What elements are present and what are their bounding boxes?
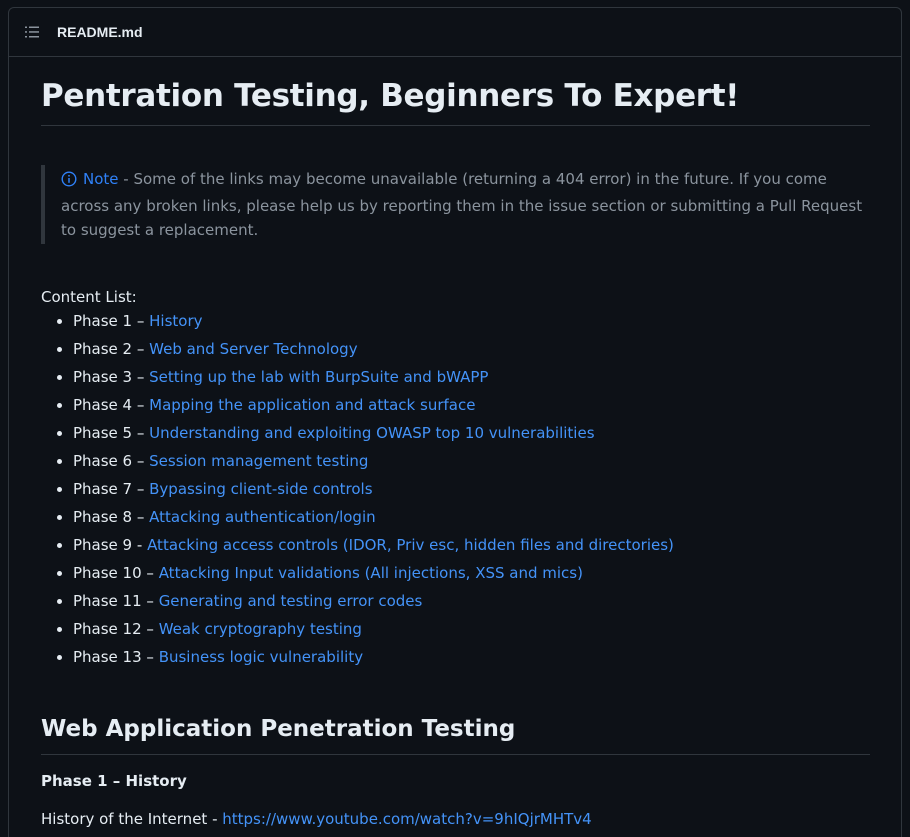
history-link[interactable]: https://www.youtube.com/watch?v=9hIQjrMH… — [222, 810, 591, 828]
note-title: Note — [83, 170, 119, 188]
phase-link[interactable]: Attacking authentication/login — [149, 508, 376, 526]
list-item: Phase 3 – Setting up the lab with BurpSu… — [73, 365, 870, 389]
list-item: Phase 7 – Bypassing client-side controls — [73, 477, 870, 501]
readme-panel: README.md Pentration Testing, Beginners … — [8, 7, 902, 837]
phase-prefix: Phase 7 – — [73, 480, 150, 498]
phase-1-heading: Phase 1 – History — [41, 772, 187, 790]
list-item: Phase 10 – Attacking Input validations (… — [73, 561, 870, 585]
phase-prefix: Phase 13 – — [73, 648, 159, 666]
phase-link[interactable]: Mapping the application and attack surfa… — [149, 396, 475, 414]
phase-list: Phase 1 – History Phase 2 – Web and Serve… — [41, 309, 870, 669]
section-heading: Web Application Penetration Testing — [41, 712, 870, 755]
phase-prefix: Phase 12 – — [73, 620, 159, 638]
phase-link[interactable]: Bypassing client-side controls — [149, 480, 372, 498]
phase-prefix: Phase 9 - — [73, 536, 148, 554]
phase-link[interactable]: Attacking Input validations (All injecti… — [159, 564, 583, 582]
list-item: Phase 12 – Weak cryptography testing — [73, 617, 870, 641]
phase-link[interactable]: Attacking access controls (IDOR, Priv es… — [147, 536, 674, 554]
phase-link[interactable]: Generating and testing error codes — [159, 592, 423, 610]
list-item: Phase 9 - Attacking access controls (IDO… — [73, 533, 870, 557]
phase-link[interactable]: Business logic vulnerability — [159, 648, 363, 666]
history-label: History of the Internet - — [41, 810, 223, 828]
list-item: Phase 1 – History — [73, 309, 870, 333]
note-callout: Note - Some of the links may become unav… — [41, 165, 870, 244]
phase-link[interactable]: Web and Server Technology — [149, 340, 357, 358]
phase-prefix: Phase 3 – — [73, 368, 150, 386]
history-line: History of the Internet - https://www.yo… — [41, 807, 870, 831]
phase-prefix: Phase 2 – — [73, 340, 150, 358]
list-item: Phase 6 – Session management testing — [73, 449, 870, 473]
list-item: Phase 13 – Business logic vulnerability — [73, 645, 870, 669]
phase-link[interactable]: Understanding and exploiting OWASP top 1… — [149, 424, 594, 442]
readme-article: Pentration Testing, Beginners To Expert!… — [9, 57, 901, 831]
phase-link[interactable]: History — [149, 312, 202, 330]
readme-header: README.md — [9, 8, 901, 57]
phase-prefix: Phase 5 – — [73, 424, 150, 442]
content-list-label: Content List: — [41, 288, 137, 306]
list-item: Phase 8 – Attacking authentication/login — [73, 505, 870, 529]
page-title: Pentration Testing, Beginners To Expert! — [41, 57, 870, 126]
phase-prefix: Phase 6 – — [73, 452, 150, 470]
phase-link[interactable]: Setting up the lab with BurpSuite and bW… — [149, 368, 488, 386]
note-text: - Some of the links may become unavailab… — [61, 170, 863, 239]
phase-prefix: Phase 11 – — [73, 592, 159, 610]
list-item: Phase 5 – Understanding and exploiting O… — [73, 421, 870, 445]
phase-prefix: Phase 8 – — [73, 508, 150, 526]
phase-link[interactable]: Weak cryptography testing — [159, 620, 362, 638]
info-icon — [61, 170, 77, 194]
file-name: README.md — [57, 24, 143, 40]
phase-prefix: Phase 4 – — [73, 396, 150, 414]
list-unordered-icon[interactable] — [23, 23, 41, 41]
phase-prefix: Phase 10 – — [73, 564, 159, 582]
phase-prefix: Phase 1 – — [73, 312, 150, 330]
phase-link[interactable]: Session management testing — [149, 452, 368, 470]
list-item: Phase 4 – Mapping the application and at… — [73, 393, 870, 417]
list-item: Phase 2 – Web and Server Technology — [73, 337, 870, 361]
list-item: Phase 11 – Generating and testing error … — [73, 589, 870, 613]
